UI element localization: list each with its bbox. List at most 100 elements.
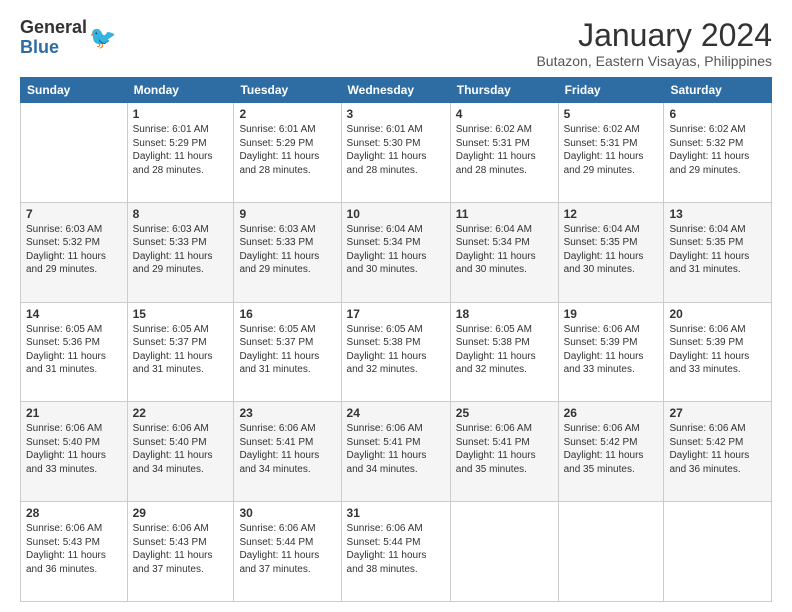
day-number: 12 xyxy=(564,207,659,221)
logo-blue-text: Blue xyxy=(20,37,59,57)
logo-bird-icon: 🐦 xyxy=(89,25,116,51)
calendar-cell xyxy=(558,502,664,602)
header-row: Sunday Monday Tuesday Wednesday Thursday… xyxy=(21,78,772,103)
calendar-week-1: 1 Sunrise: 6:01 AMSunset: 5:29 PMDaylight… xyxy=(21,103,772,203)
day-number: 22 xyxy=(133,406,229,420)
calendar-cell: 23 Sunrise: 6:06 AMSunset: 5:41 PMDayligh… xyxy=(234,402,341,502)
day-number: 2 xyxy=(239,107,335,121)
day-info: Sunrise: 6:01 AMSunset: 5:29 PMDaylight:… xyxy=(239,123,335,177)
day-info: Sunrise: 6:01 AMSunset: 5:30 PMDaylight:… xyxy=(347,123,445,177)
calendar-cell: 31Sunrise: 6:06 AMSunset: 5:44 PMDayligh… xyxy=(341,502,450,602)
page: General Blue 🐦 January 2024 Butazon, Eas… xyxy=(0,0,792,612)
calendar-cell: 19 Sunrise: 6:06 AMSunset: 5:39 PMDayligh… xyxy=(558,302,664,402)
day-info: Sunrise: 6:06 AMSunset: 5:40 PMDaylight:… xyxy=(26,422,122,476)
day-info: Sunrise: 6:06 AMSunset: 5:39 PMDaylight:… xyxy=(564,323,659,377)
calendar-subtitle: Butazon, Eastern Visayas, Philippines xyxy=(536,53,772,69)
calendar-cell xyxy=(664,502,772,602)
day-info: Sunrise: 6:02 AMSunset: 5:32 PMDaylight:… xyxy=(669,123,766,177)
day-info: Sunrise: 6:06 AMSunset: 5:43 PMDaylight:… xyxy=(26,522,122,576)
day-number: 6 xyxy=(669,107,766,121)
day-number: 21 xyxy=(26,406,122,420)
calendar-cell: 26Sunrise: 6:06 AMSunset: 5:42 PMDayligh… xyxy=(558,402,664,502)
calendar-cell: 4 Sunrise: 6:02 AMSunset: 5:31 PMDaylight… xyxy=(450,103,558,203)
calendar-cell: 12 Sunrise: 6:04 AMSunset: 5:35 PMDayligh… xyxy=(558,202,664,302)
day-info: Sunrise: 6:06 AMSunset: 5:43 PMDaylight:… xyxy=(133,522,229,576)
day-number: 11 xyxy=(456,207,553,221)
day-number: 9 xyxy=(239,207,335,221)
calendar-week-2: 7 Sunrise: 6:03 AMSunset: 5:32 PMDaylight… xyxy=(21,202,772,302)
day-info: Sunrise: 6:04 AMSunset: 5:35 PMDaylight:… xyxy=(564,223,659,277)
logo-general-text: General xyxy=(20,17,87,37)
calendar-cell: 13 Sunrise: 6:04 AMSunset: 5:35 PMDayligh… xyxy=(664,202,772,302)
day-info: Sunrise: 6:03 AMSunset: 5:33 PMDaylight:… xyxy=(239,223,335,277)
day-info: Sunrise: 6:03 AMSunset: 5:32 PMDaylight:… xyxy=(26,223,122,277)
day-number: 13 xyxy=(669,207,766,221)
day-info: Sunrise: 6:05 AMSunset: 5:38 PMDaylight:… xyxy=(456,323,553,377)
day-info: Sunrise: 6:06 AMSunset: 5:41 PMDaylight:… xyxy=(347,422,445,476)
calendar-week-4: 21 Sunrise: 6:06 AMSunset: 5:40 PMDayligh… xyxy=(21,402,772,502)
calendar-cell: 20 Sunrise: 6:06 AMSunset: 5:39 PMDayligh… xyxy=(664,302,772,402)
day-info: Sunrise: 6:02 AMSunset: 5:31 PMDaylight:… xyxy=(564,123,659,177)
calendar-cell: 6 Sunrise: 6:02 AMSunset: 5:32 PMDaylight… xyxy=(664,103,772,203)
calendar-cell: 24 Sunrise: 6:06 AMSunset: 5:41 PMDayligh… xyxy=(341,402,450,502)
day-info: Sunrise: 6:04 AMSunset: 5:35 PMDaylight:… xyxy=(669,223,766,277)
day-number: 14 xyxy=(26,307,122,321)
calendar-cell: 27 Sunrise: 6:06 AMSunset: 5:42 PMDayligh… xyxy=(664,402,772,502)
day-number: 31 xyxy=(347,506,445,520)
calendar-cell: 10 Sunrise: 6:04 AMSunset: 5:34 PMDayligh… xyxy=(341,202,450,302)
calendar-cell: 11 Sunrise: 6:04 AMSunset: 5:34 PMDayligh… xyxy=(450,202,558,302)
calendar-cell: 2 Sunrise: 6:01 AMSunset: 5:29 PMDaylight… xyxy=(234,103,341,203)
day-info: Sunrise: 6:06 AMSunset: 5:44 PMDaylight:… xyxy=(239,522,335,576)
day-info: Sunrise: 6:06 AMSunset: 5:40 PMDaylight:… xyxy=(133,422,229,476)
calendar-cell: 15Sunrise: 6:05 AMSunset: 5:37 PMDayligh… xyxy=(127,302,234,402)
calendar-cell: 17Sunrise: 6:05 AMSunset: 5:38 PMDayligh… xyxy=(341,302,450,402)
col-tuesday: Tuesday xyxy=(234,78,341,103)
day-number: 20 xyxy=(669,307,766,321)
calendar-cell: 22 Sunrise: 6:06 AMSunset: 5:40 PMDayligh… xyxy=(127,402,234,502)
day-number: 4 xyxy=(456,107,553,121)
calendar-cell: 16Sunrise: 6:05 AMSunset: 5:37 PMDayligh… xyxy=(234,302,341,402)
day-number: 29 xyxy=(133,506,229,520)
day-info: Sunrise: 6:06 AMSunset: 5:41 PMDaylight:… xyxy=(239,422,335,476)
col-sunday: Sunday xyxy=(21,78,128,103)
day-info: Sunrise: 6:05 AMSunset: 5:36 PMDaylight:… xyxy=(26,323,122,377)
day-info: Sunrise: 6:03 AMSunset: 5:33 PMDaylight:… xyxy=(133,223,229,277)
calendar-title: January 2024 xyxy=(536,18,772,53)
calendar-cell xyxy=(450,502,558,602)
day-info: Sunrise: 6:06 AMSunset: 5:42 PMDaylight:… xyxy=(669,422,766,476)
calendar-cell: 21 Sunrise: 6:06 AMSunset: 5:40 PMDayligh… xyxy=(21,402,128,502)
calendar-cell: 14 Sunrise: 6:05 AMSunset: 5:36 PMDayligh… xyxy=(21,302,128,402)
col-saturday: Saturday xyxy=(664,78,772,103)
col-thursday: Thursday xyxy=(450,78,558,103)
calendar-cell: 25Sunrise: 6:06 AMSunset: 5:41 PMDayligh… xyxy=(450,402,558,502)
calendar-table: Sunday Monday Tuesday Wednesday Thursday… xyxy=(20,77,772,602)
calendar-cell: 5Sunrise: 6:02 AMSunset: 5:31 PMDaylight… xyxy=(558,103,664,203)
day-number: 18 xyxy=(456,307,553,321)
day-number: 19 xyxy=(564,307,659,321)
calendar-cell: 30Sunrise: 6:06 AMSunset: 5:44 PMDayligh… xyxy=(234,502,341,602)
day-number: 1 xyxy=(133,107,229,121)
day-number: 28 xyxy=(26,506,122,520)
day-info: Sunrise: 6:05 AMSunset: 5:38 PMDaylight:… xyxy=(347,323,445,377)
calendar-cell: 9 Sunrise: 6:03 AMSunset: 5:33 PMDaylight… xyxy=(234,202,341,302)
day-number: 16 xyxy=(239,307,335,321)
day-number: 10 xyxy=(347,207,445,221)
day-info: Sunrise: 6:02 AMSunset: 5:31 PMDaylight:… xyxy=(456,123,553,177)
col-friday: Friday xyxy=(558,78,664,103)
title-block: January 2024 Butazon, Eastern Visayas, P… xyxy=(536,18,772,69)
calendar-week-5: 28 Sunrise: 6:06 AMSunset: 5:43 PMDayligh… xyxy=(21,502,772,602)
day-info: Sunrise: 6:04 AMSunset: 5:34 PMDaylight:… xyxy=(347,223,445,277)
day-info: Sunrise: 6:06 AMSunset: 5:39 PMDaylight:… xyxy=(669,323,766,377)
header: General Blue 🐦 January 2024 Butazon, Eas… xyxy=(20,18,772,69)
day-info: Sunrise: 6:06 AMSunset: 5:41 PMDaylight:… xyxy=(456,422,553,476)
day-info: Sunrise: 6:01 AMSunset: 5:29 PMDaylight:… xyxy=(133,123,229,177)
day-number: 7 xyxy=(26,207,122,221)
calendar-cell: 7 Sunrise: 6:03 AMSunset: 5:32 PMDaylight… xyxy=(21,202,128,302)
calendar-cell: 1 Sunrise: 6:01 AMSunset: 5:29 PMDaylight… xyxy=(127,103,234,203)
day-info: Sunrise: 6:04 AMSunset: 5:34 PMDaylight:… xyxy=(456,223,553,277)
calendar-cell: 3Sunrise: 6:01 AMSunset: 5:30 PMDaylight… xyxy=(341,103,450,203)
day-info: Sunrise: 6:05 AMSunset: 5:37 PMDaylight:… xyxy=(133,323,229,377)
day-number: 24 xyxy=(347,406,445,420)
day-number: 23 xyxy=(239,406,335,420)
day-number: 27 xyxy=(669,406,766,420)
